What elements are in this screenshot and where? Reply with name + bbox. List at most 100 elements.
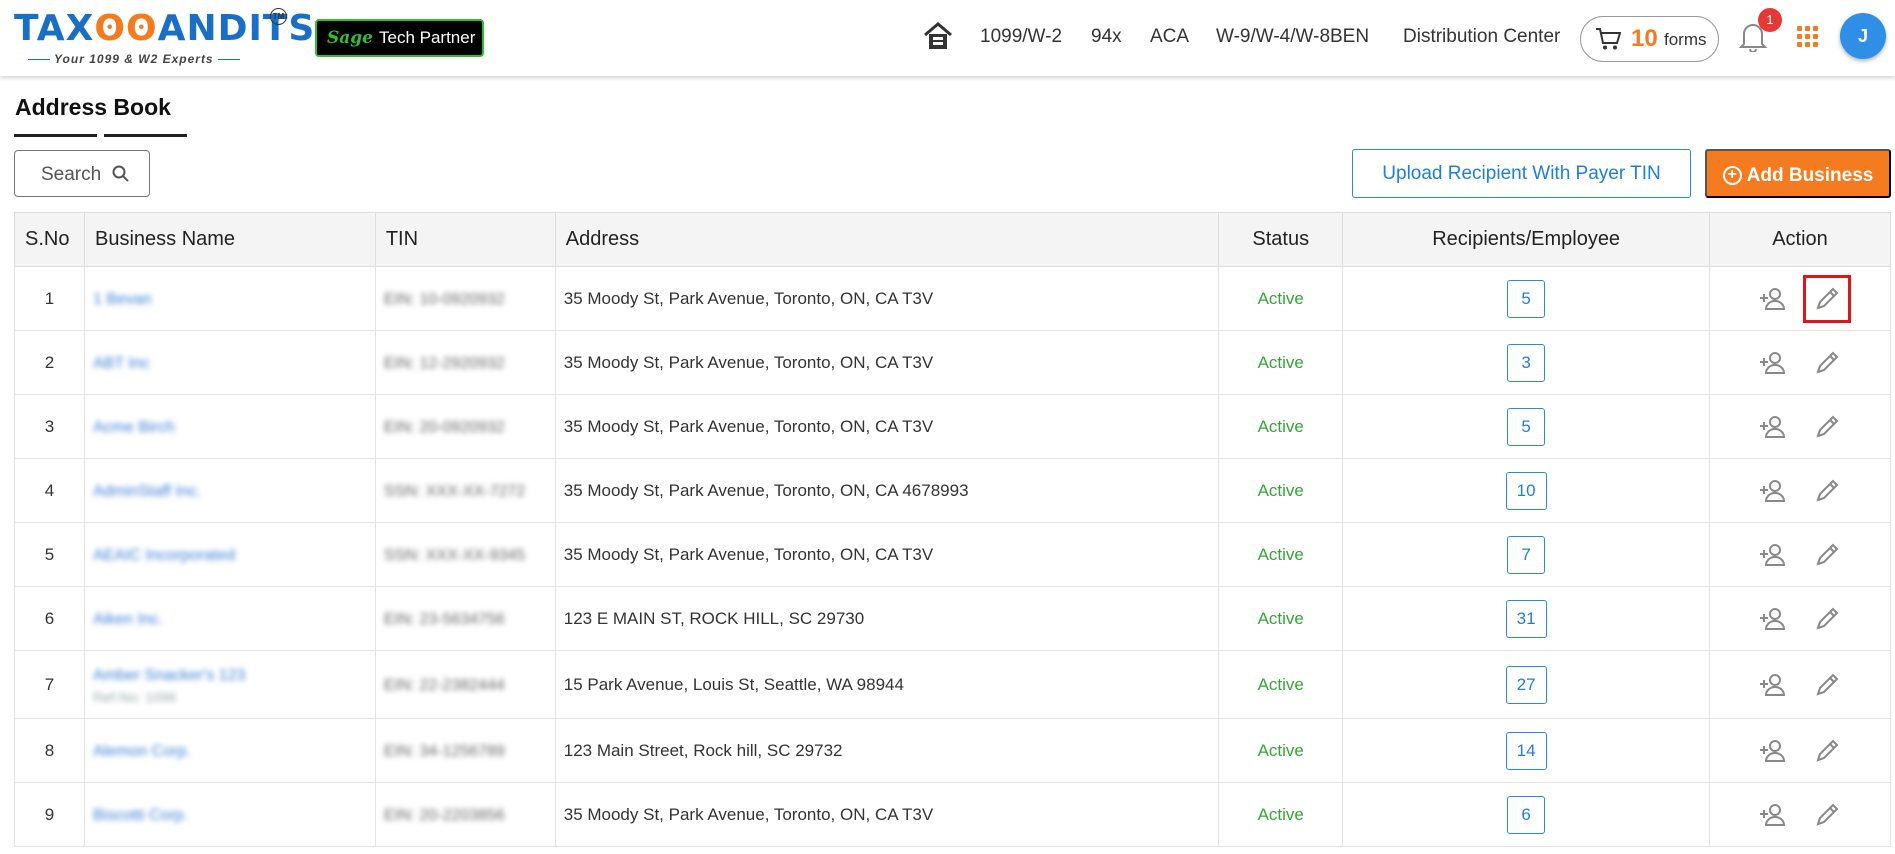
row-recipients: 31 (1342, 586, 1711, 651)
title-underline (14, 134, 97, 137)
business-name-link[interactable]: AEAIC Incorporated (93, 547, 235, 565)
cart-count: 10 (1631, 25, 1658, 52)
status-badge: Active (1257, 544, 1304, 564)
row-status: Active (1218, 650, 1344, 719)
business-name-link[interactable]: 1 Bevan (93, 291, 152, 309)
status-badge: Active (1257, 480, 1304, 500)
add-recipient-icon[interactable] (1758, 348, 1788, 378)
nav-distribution-center[interactable]: Distribution Center (1403, 26, 1560, 48)
row-address: 123 E MAIN ST, ROCK HILL, SC 29730 (554, 586, 1220, 651)
add-recipient-icon[interactable] (1758, 284, 1788, 314)
add-recipient-icon[interactable] (1758, 800, 1788, 830)
add-recipient-icon[interactable] (1758, 670, 1788, 700)
add-business-label: Add Business (1746, 165, 1874, 186)
add-recipient-icon[interactable] (1758, 540, 1788, 570)
row-tin: EIN: 10-0920932 (374, 266, 556, 331)
row-business-cell: ABT Inc (83, 330, 376, 395)
add-recipient-icon[interactable] (1758, 476, 1788, 506)
row-sno: 8 (14, 718, 85, 783)
recipient-count-button[interactable]: 5 (1507, 279, 1546, 318)
nav-w9-w4-w8ben[interactable]: W-9/W-4/W-8BEN (1216, 26, 1369, 48)
taxbandits-logo[interactable]: TAXʘʘANDITS TM Your 1099 & W2 Experts (14, 8, 314, 70)
upload-recipient-button[interactable]: Upload Recipient With Payer TIN (1352, 149, 1691, 198)
nav-aca[interactable]: ACA (1150, 26, 1189, 48)
header-recipients[interactable]: Recipients/Employee (1342, 212, 1711, 267)
table-row: 7 Amber Snacker's 123 Ref-No: 1096 EIN: 22-… (14, 650, 1891, 719)
tin-value: EIN: 12-2920932 (383, 354, 505, 372)
business-name-link[interactable]: Aiken Inc. (93, 611, 163, 629)
apps-grid-icon[interactable] (1797, 26, 1819, 48)
row-sno: 4 (14, 458, 85, 523)
search-label: Search (41, 164, 102, 185)
add-business-button[interactable]: + Add Business (1705, 149, 1891, 198)
row-recipients: 7 (1342, 522, 1711, 587)
nav-1099-w2[interactable]: 1099/W-2 (980, 26, 1062, 48)
edit-pencil-icon[interactable] (1812, 540, 1842, 570)
business-name-link[interactable]: ABT Inc (93, 355, 150, 373)
row-tin: EIN: 23-5634756 (374, 586, 556, 651)
table-row: 4 AdminStaff Inc. SSN: XXX-XX-7272 35 Moody… (14, 458, 1891, 523)
search-box[interactable]: Search (14, 150, 150, 197)
row-address: 35 Moody St, Park Avenue, Toronto, ON, C… (554, 394, 1220, 459)
status-badge: Active (1257, 288, 1304, 308)
edit-pencil-icon[interactable] (1812, 800, 1842, 830)
owl-eyes-icon: ʘʘ (94, 8, 158, 49)
recipient-count-button[interactable]: 6 (1507, 795, 1546, 834)
row-status: Active (1218, 330, 1344, 395)
recipient-count-button[interactable]: 3 (1507, 343, 1546, 382)
tin-value: SSN: XXX-XX-7272 (383, 482, 526, 500)
row-action (1709, 330, 1891, 395)
edit-pencil-icon[interactable] (1812, 412, 1842, 442)
recipient-count-button[interactable]: 10 (1505, 471, 1547, 510)
cart-button[interactable]: 10 forms (1580, 16, 1719, 62)
header-tin[interactable]: TIN (374, 212, 556, 267)
edit-pencil-icon[interactable] (1812, 670, 1842, 700)
business-ref-no: Ref-No: 1096 (92, 688, 177, 705)
recipient-count-button[interactable]: 7 (1507, 535, 1546, 574)
user-avatar[interactable]: J (1840, 13, 1886, 59)
edit-pencil-icon[interactable] (1812, 348, 1842, 378)
edit-pencil-icon[interactable] (1812, 476, 1842, 506)
add-recipient-icon[interactable] (1758, 412, 1788, 442)
trademark-mark: TM (270, 8, 287, 25)
header-sno[interactable]: S.No (14, 212, 85, 267)
edit-pencil-icon[interactable] (1812, 604, 1842, 634)
recipient-count-button[interactable]: 27 (1505, 665, 1547, 704)
business-name-link[interactable]: Acme Birch (93, 419, 175, 437)
recipient-count-button[interactable]: 31 (1505, 599, 1547, 638)
row-business-cell: Biscotti Corp. (83, 782, 376, 847)
row-recipients: 5 (1342, 394, 1711, 459)
sage-partner-badge: Sage Tech Partner (315, 19, 484, 57)
edit-pencil-icon[interactable] (1803, 274, 1852, 323)
header-business-name[interactable]: Business Name (83, 212, 376, 267)
row-address: 15 Park Avenue, Louis St, Seattle, WA 98… (554, 650, 1220, 719)
business-name-link[interactable]: AdminStaff Inc. (93, 483, 201, 501)
row-tin: EIN: 22-2382444 (374, 650, 556, 719)
business-name-link[interactable]: Amber Snacker's 123 (93, 667, 245, 685)
row-business-cell: 1 Bevan (83, 266, 376, 331)
add-recipient-icon[interactable] (1758, 604, 1788, 634)
home-icon[interactable] (922, 20, 954, 52)
search-icon (112, 165, 129, 182)
recipient-count-button[interactable]: 14 (1505, 731, 1547, 770)
plus-circle-icon: + (1722, 166, 1742, 185)
row-address: 35 Moody St, Park Avenue, Toronto, ON, C… (554, 266, 1220, 331)
table-row: 2 ABT Inc EIN: 12-2920932 35 Moody St, Park… (14, 330, 1891, 395)
row-recipients: 14 (1342, 718, 1711, 783)
row-action (1709, 586, 1891, 651)
business-name-link[interactable]: Alemon Corp. (93, 743, 191, 761)
business-name-link[interactable]: Biscotti Corp. (93, 807, 188, 825)
row-recipients: 27 (1342, 650, 1711, 719)
header-status[interactable]: Status (1218, 212, 1344, 267)
tin-value: EIN: 20-2203856 (383, 806, 505, 824)
edit-pencil-icon[interactable] (1812, 736, 1842, 766)
add-recipient-icon[interactable] (1758, 736, 1788, 766)
row-action (1709, 458, 1891, 523)
tin-value: EIN: 20-0920932 (383, 418, 505, 436)
recipient-count-button[interactable]: 5 (1507, 407, 1546, 446)
nav-94x[interactable]: 94x (1091, 26, 1122, 48)
row-business-cell: AdminStaff Inc. (83, 458, 376, 523)
header-address[interactable]: Address (554, 212, 1220, 267)
row-action (1709, 394, 1891, 459)
address-book-table: S.No Business Name TIN Address Status Re… (14, 212, 1891, 847)
